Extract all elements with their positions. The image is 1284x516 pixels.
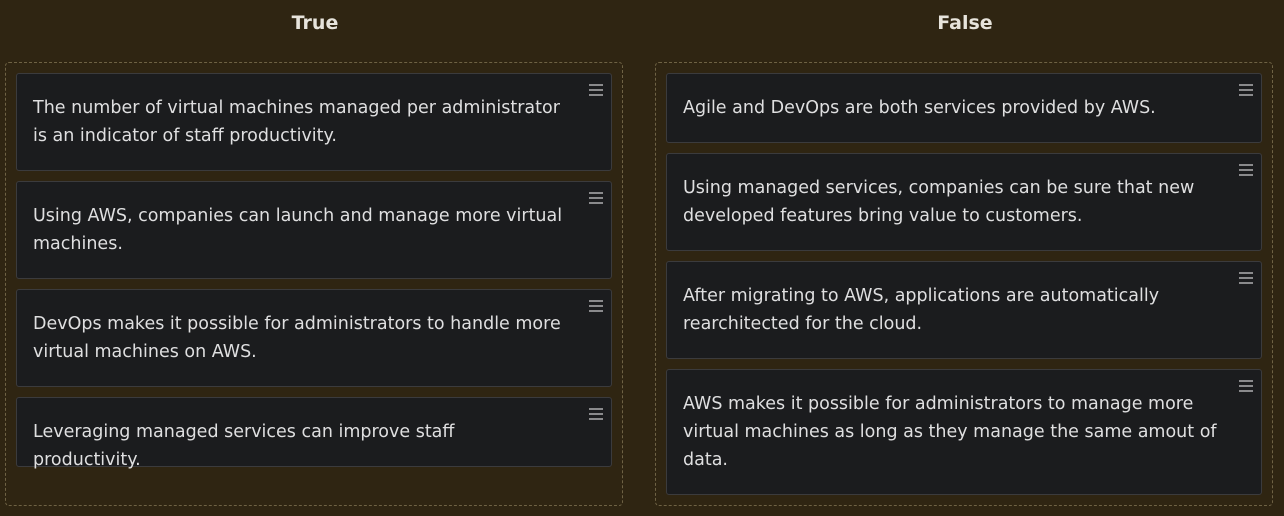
card-text: After migrating to AWS, applications are… — [683, 286, 1160, 334]
card-text: Agile and DevOps are both services provi… — [683, 98, 1156, 118]
draggable-card[interactable]: Leveraging managed services can improve … — [16, 397, 612, 470]
card-text: Using AWS, companies can launch and mana… — [33, 206, 563, 254]
card-text: DevOps makes it possible for administrat… — [33, 314, 561, 362]
false-column: False Agile and DevOps are both services… — [655, 0, 1275, 506]
draggable-card[interactable]: DevOps makes it possible for administrat… — [16, 289, 612, 387]
drag-handle-icon[interactable] — [1239, 272, 1253, 284]
draggable-card[interactable]: The number of virtual machines managed p… — [16, 73, 612, 171]
false-drop-zone[interactable]: Agile and DevOps are both services provi… — [655, 62, 1273, 506]
card-text: Using managed services, companies can be… — [683, 178, 1195, 226]
card-text: The number of virtual machines managed p… — [33, 98, 560, 146]
drag-handle-icon[interactable] — [589, 300, 603, 312]
false-column-title: False — [937, 12, 993, 34]
draggable-card[interactable]: AWS makes it possible for administrators… — [666, 369, 1262, 495]
draggable-card[interactable]: After migrating to AWS, applications are… — [666, 261, 1262, 359]
drag-handle-icon[interactable] — [589, 192, 603, 204]
true-drop-zone[interactable]: The number of virtual machines managed p… — [5, 62, 623, 506]
drag-handle-icon[interactable] — [1239, 84, 1253, 96]
drag-handle-icon[interactable] — [1239, 164, 1253, 176]
drag-handle-icon[interactable] — [589, 408, 603, 420]
true-column-title: True — [291, 12, 339, 34]
drag-handle-icon[interactable] — [1239, 380, 1253, 392]
draggable-card[interactable]: Agile and DevOps are both services provi… — [666, 73, 1262, 143]
false-card-list: Agile and DevOps are both services provi… — [666, 73, 1262, 505]
true-card-list: The number of virtual machines managed p… — [16, 73, 612, 477]
true-column: True The number of virtual machines mana… — [5, 0, 625, 506]
card-text: AWS makes it possible for administrators… — [683, 394, 1217, 470]
drag-handle-icon[interactable] — [589, 84, 603, 96]
draggable-card[interactable]: Using managed services, companies can be… — [666, 153, 1262, 251]
draggable-card[interactable]: Using AWS, companies can launch and mana… — [16, 181, 612, 279]
card-text: Leveraging managed services can improve … — [33, 422, 455, 470]
